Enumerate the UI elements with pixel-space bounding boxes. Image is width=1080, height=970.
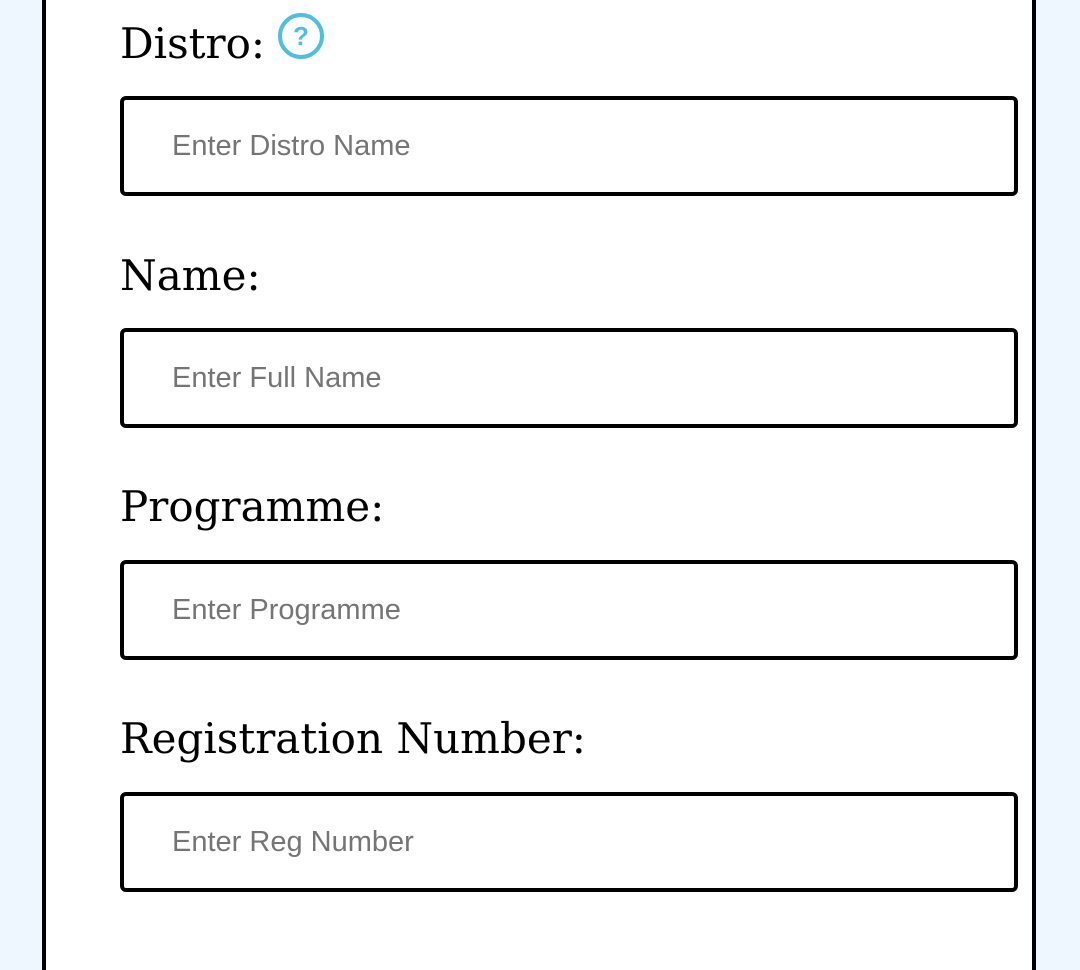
distro-input[interactable]: [120, 96, 1018, 196]
name-label-row: Name:: [120, 252, 261, 312]
full-name-input[interactable]: [120, 328, 1018, 428]
programme-label-row: Programme:: [120, 483, 384, 543]
help-icon-glyph: ?: [293, 21, 309, 51]
registration-number-input[interactable]: [120, 792, 1018, 892]
help-question-icon[interactable]: ?: [277, 12, 325, 60]
registration-label-row: Registration Number:: [120, 715, 586, 775]
distro-label-row: Distro: ?: [120, 13, 325, 80]
distro-label: Distro:: [120, 19, 266, 68]
name-label: Name:: [120, 251, 261, 300]
programme-label: Programme:: [120, 482, 385, 531]
programme-input[interactable]: [120, 560, 1018, 660]
registration-number-label: Registration Number:: [120, 714, 586, 763]
form-card: Distro: ? Name: Programme: Registration …: [42, 0, 1036, 970]
